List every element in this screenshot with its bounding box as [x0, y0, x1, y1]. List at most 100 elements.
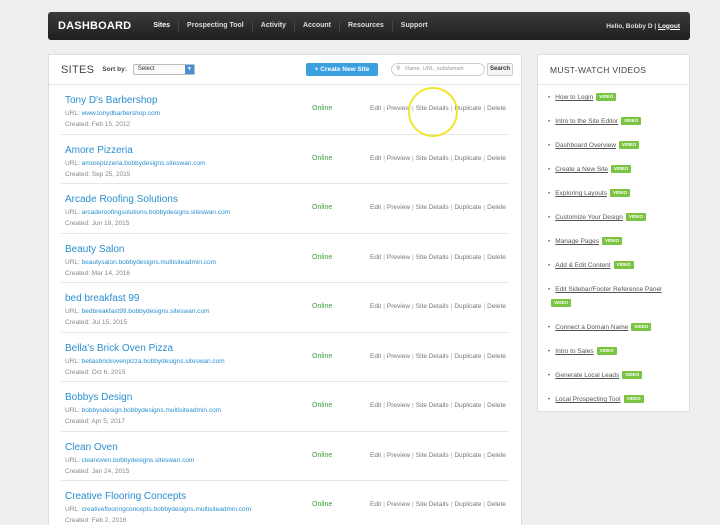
video-link[interactable]: Intro to the Site Editor: [555, 118, 618, 125]
video-link[interactable]: Connect a Domain Name: [555, 324, 628, 331]
sort-select[interactable]: Select ▼: [132, 64, 195, 75]
preview-link[interactable]: Preview: [387, 452, 410, 459]
duplicate-link[interactable]: Duplicate: [454, 105, 481, 112]
site-details-link[interactable]: Site Details: [416, 452, 449, 459]
site-name-link[interactable]: Bobbys Design: [65, 392, 132, 403]
site-name-link[interactable]: Creative Flooring Concepts: [65, 491, 186, 502]
edit-link[interactable]: Edit: [370, 204, 381, 211]
nav-support[interactable]: Support: [391, 20, 436, 32]
delete-link[interactable]: Delete: [487, 402, 506, 409]
video-link[interactable]: Manage Pages: [555, 238, 599, 245]
preview-link[interactable]: Preview: [387, 204, 410, 211]
preview-link[interactable]: Preview: [387, 402, 410, 409]
edit-link[interactable]: Edit: [370, 105, 381, 112]
nav-resources[interactable]: Resources: [339, 20, 392, 32]
video-link[interactable]: Create a New Site: [555, 166, 608, 173]
preview-link[interactable]: Preview: [387, 501, 410, 508]
video-link[interactable]: Exploring Layouts: [555, 190, 607, 197]
edit-link[interactable]: Edit: [370, 501, 381, 508]
site-details-link[interactable]: Site Details: [416, 204, 449, 211]
preview-link[interactable]: Preview: [387, 303, 410, 310]
duplicate-link[interactable]: Duplicate: [454, 204, 481, 211]
video-item[interactable]: • Edit Sidebar/Footer Reference Panel VIDE…: [548, 283, 681, 311]
site-details-link[interactable]: Site Details: [416, 254, 449, 261]
site-url-link[interactable]: bellasbrickovenpizza.bobbydesigns.sitesw…: [82, 358, 225, 365]
video-item[interactable]: • Dashboard Overview VIDEO: [548, 139, 681, 153]
site-url-link[interactable]: bedbreakfast99.bobbydesigns.siteswan.com: [82, 308, 210, 315]
create-new-site-button[interactable]: + Create New Site: [306, 63, 378, 76]
site-name-link[interactable]: Tony D's Barbershop: [65, 95, 158, 106]
video-link[interactable]: Customize Your Design: [555, 214, 623, 221]
site-url-link[interactable]: www.tonydbarbershop.com: [82, 110, 160, 117]
duplicate-link[interactable]: Duplicate: [454, 155, 481, 162]
preview-link[interactable]: Preview: [387, 254, 410, 261]
site-url-link[interactable]: bobbysdesign.bobbydesigns.multisiteadmin…: [82, 407, 221, 414]
site-name-link[interactable]: Beauty Salon: [65, 244, 125, 255]
video-item[interactable]: • Exploring Layouts VIDEO: [548, 187, 681, 201]
logout-link[interactable]: Logout: [658, 23, 680, 30]
edit-link[interactable]: Edit: [370, 402, 381, 409]
delete-link[interactable]: Delete: [487, 204, 506, 211]
video-link[interactable]: Dashboard Overview: [555, 142, 616, 149]
video-item[interactable]: • Customize Your Design VIDEO: [548, 211, 681, 225]
site-url-link[interactable]: beautysalon.bobbydesigns.multisiteadmin.…: [82, 259, 216, 266]
site-details-link[interactable]: Site Details: [416, 155, 449, 162]
duplicate-link[interactable]: Duplicate: [454, 501, 481, 508]
edit-link[interactable]: Edit: [370, 452, 381, 459]
video-link[interactable]: Generate Local Leads: [555, 372, 619, 379]
edit-link[interactable]: Edit: [370, 303, 381, 310]
edit-link[interactable]: Edit: [370, 155, 381, 162]
nav-activity[interactable]: Activity: [251, 20, 294, 32]
video-item[interactable]: • How to Login VIDEO: [548, 91, 681, 105]
site-name-link[interactable]: Arcade Roofing Solutions: [65, 194, 178, 205]
site-name-link[interactable]: Amore Pizzeria: [65, 145, 133, 156]
video-item[interactable]: • Connect a Domain Name VIDEO: [548, 321, 681, 335]
duplicate-link[interactable]: Duplicate: [454, 303, 481, 310]
edit-link[interactable]: Edit: [370, 353, 381, 360]
delete-link[interactable]: Delete: [487, 254, 506, 261]
preview-link[interactable]: Preview: [387, 105, 410, 112]
site-name-link[interactable]: bed breakfast 99: [65, 293, 140, 304]
preview-link[interactable]: Preview: [387, 155, 410, 162]
site-url-link[interactable]: amorepizzeria.bobbydesigns.siteswan.com: [82, 160, 206, 167]
video-item[interactable]: • Intro to the Site Editor VIDEO: [548, 115, 681, 129]
video-link[interactable]: Add & Edit Content: [555, 262, 610, 269]
video-item[interactable]: • Generate Local Leads VIDEO: [548, 369, 681, 383]
site-url-link[interactable]: arcaderoofingsolutions.bobbydesigns.site…: [82, 209, 231, 216]
site-details-link[interactable]: Site Details: [416, 501, 449, 508]
video-link[interactable]: Intro to Sales: [555, 348, 593, 355]
video-item[interactable]: • Intro to Sales VIDEO: [548, 345, 681, 359]
site-name-link[interactable]: Bella's Brick Oven Pizza: [65, 343, 173, 354]
dashboard-brand[interactable]: DASHBOARD: [58, 20, 131, 32]
duplicate-link[interactable]: Duplicate: [454, 402, 481, 409]
site-name-link[interactable]: Clean Oven: [65, 442, 118, 453]
site-details-link[interactable]: Site Details: [416, 402, 449, 409]
video-item[interactable]: • Add & Edit Content VIDEO: [548, 259, 681, 273]
site-details-link[interactable]: Site Details: [416, 353, 449, 360]
delete-link[interactable]: Delete: [487, 501, 506, 508]
site-details-link[interactable]: Site Details: [416, 303, 449, 310]
nav-prospecting-tool[interactable]: Prospecting Tool: [178, 20, 252, 32]
site-url-link[interactable]: creativeflooringconcepts.bobbydesigns.mu…: [82, 506, 251, 513]
nav-sites[interactable]: Sites: [145, 20, 178, 32]
delete-link[interactable]: Delete: [487, 105, 506, 112]
preview-link[interactable]: Preview: [387, 353, 410, 360]
edit-link[interactable]: Edit: [370, 254, 381, 261]
delete-link[interactable]: Delete: [487, 353, 506, 360]
video-link[interactable]: Edit Sidebar/Footer Reference Panel: [555, 286, 661, 293]
video-link[interactable]: Local Prospecting Tool: [555, 396, 620, 403]
site-url-link[interactable]: cleanoven.bobbydesigns.siteswan.com: [82, 457, 195, 464]
duplicate-link[interactable]: Duplicate: [454, 452, 481, 459]
nav-account[interactable]: Account: [294, 20, 339, 32]
duplicate-link[interactable]: Duplicate: [454, 353, 481, 360]
search-input[interactable]: ⚲ Name, URL, subdomain: [391, 63, 485, 76]
search-button[interactable]: Search: [487, 63, 513, 76]
video-link[interactable]: How to Login: [555, 94, 593, 101]
delete-link[interactable]: Delete: [487, 155, 506, 162]
delete-link[interactable]: Delete: [487, 452, 506, 459]
video-item[interactable]: • Create a New Site VIDEO: [548, 163, 681, 177]
duplicate-link[interactable]: Duplicate: [454, 254, 481, 261]
video-item[interactable]: • Manage Pages VIDEO: [548, 235, 681, 249]
video-item[interactable]: • Local Prospecting Tool VIDEO: [548, 393, 681, 407]
delete-link[interactable]: Delete: [487, 303, 506, 310]
